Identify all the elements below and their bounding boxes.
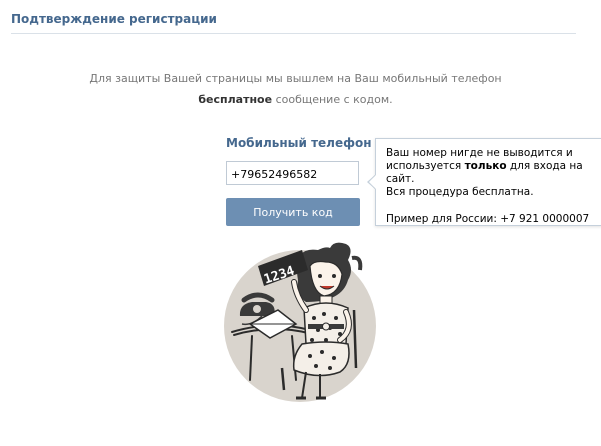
tooltip-arrow-fill: [369, 175, 376, 189]
phone-hint-tooltip: Ваш номер нигде не выводится и используе…: [375, 138, 601, 226]
tooltip-main-text: Ваш номер нигде не выводится и используе…: [386, 147, 601, 186]
tooltip-free-note: Вся процедура бесплатна.: [386, 186, 534, 198]
intro-line-1: Для защиты Вашей страницы мы вышлем на В…: [89, 72, 502, 85]
tooltip-text-bold: только: [464, 160, 507, 172]
tooltip-example: Пример для России: +7 921 0000007: [386, 213, 590, 225]
intro-line-2-rest: сообщение с кодом.: [272, 93, 393, 106]
intro-line-2: бесплатное сообщение с кодом.: [40, 89, 551, 110]
title-divider: [11, 33, 576, 34]
registration-illustration: 1234: [224, 242, 376, 402]
page-title: Подтверждение регистрации: [11, 12, 217, 26]
get-code-button[interactable]: Получить код: [226, 198, 360, 226]
phone-input[interactable]: [226, 161, 359, 185]
phone-label: Мобильный телефон: [226, 136, 372, 150]
intro-text: Для защиты Вашей страницы мы вышлем на В…: [40, 68, 551, 110]
intro-free-word: бесплатное: [198, 93, 273, 106]
